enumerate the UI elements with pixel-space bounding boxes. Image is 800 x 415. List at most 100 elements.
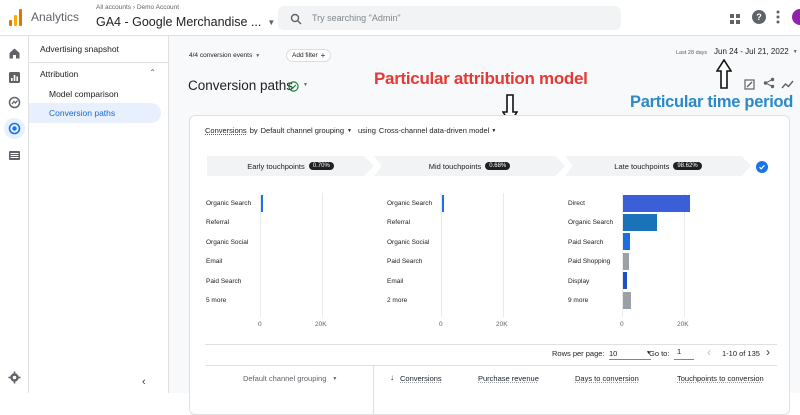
chevron-down-icon: ▼ xyxy=(347,127,352,134)
gridline xyxy=(441,193,442,317)
insights-icon[interactable] xyxy=(781,77,794,89)
bar[interactable] xyxy=(261,194,263,212)
x-tick-label: 0 xyxy=(258,321,262,328)
nav-item-model-comparison[interactable]: Model comparison xyxy=(49,89,118,99)
row-label[interactable]: Email xyxy=(387,278,403,285)
row-label[interactable]: Paid Shopping xyxy=(568,258,610,265)
segment-check-circle-icon[interactable] xyxy=(756,161,768,173)
pagination-range: 1-10 of 135 xyxy=(722,349,760,358)
more-vert-icon[interactable] xyxy=(776,9,780,25)
date-range-picker[interactable]: Jun 24 - Jul 21, 2022 ▼ xyxy=(714,47,798,56)
top-bar: Analytics All accounts › Demo Account GA… xyxy=(0,0,800,36)
row-label[interactable]: Referral xyxy=(387,219,410,226)
main-content: 4/4 conversion events ▼ Add filter + Las… xyxy=(169,36,800,415)
customize-report-icon[interactable] xyxy=(744,77,755,90)
check-circle-icon xyxy=(288,79,299,92)
model-selector-label: Cross-channel data-driven model xyxy=(378,126,490,135)
chevron-down-icon: ▼ xyxy=(792,48,798,55)
page-title: Conversion paths xyxy=(188,78,294,93)
model-selector[interactable]: Cross-channel data-driven model ▼ xyxy=(379,126,496,135)
dimension-column-selector[interactable]: Default channel grouping ▼ xyxy=(243,374,337,383)
help-icon[interactable]: ? xyxy=(752,10,766,24)
search-box[interactable]: Try searching "Admin" xyxy=(278,6,621,30)
next-page-chevron-icon[interactable]: › xyxy=(766,345,770,359)
add-filter-button[interactable]: Add filter + xyxy=(286,49,332,62)
chevron-down-icon: ▼ xyxy=(332,375,338,382)
x-tick-label: 0 xyxy=(620,321,624,328)
dimension-column-label: Default channel grouping xyxy=(243,374,327,383)
home-icon[interactable] xyxy=(7,46,22,61)
collapse-chevron-left-icon[interactable]: ‹ xyxy=(142,376,146,388)
date-range-value: Jun 24 - Jul 21, 2022 xyxy=(714,47,789,56)
nav-item-conversion-paths[interactable]: Conversion paths xyxy=(29,103,161,123)
x-tick-label: 0 xyxy=(439,321,443,328)
add-filter-label: Add filter xyxy=(292,52,318,59)
row-label[interactable]: Organic Search xyxy=(568,219,613,226)
row-label[interactable]: Display xyxy=(568,278,589,285)
col-touchpoints-to-conversion[interactable]: Touchpoints to conversion xyxy=(677,374,764,383)
row-label[interactable]: 5 more xyxy=(206,297,226,304)
bar[interactable] xyxy=(623,213,658,231)
share-icon[interactable] xyxy=(763,76,775,89)
bar[interactable] xyxy=(623,291,632,309)
col-purchase-revenue[interactable]: Purchase revenue xyxy=(478,374,539,383)
explore-icon[interactable] xyxy=(7,95,22,110)
row-label[interactable]: Direct xyxy=(568,200,585,207)
conversion-events-chip[interactable]: 4/4 conversion events ▼ xyxy=(189,49,260,62)
chevron-up-icon: ⌃ xyxy=(149,68,156,77)
row-label[interactable]: 2 more xyxy=(387,297,407,304)
col-conversions[interactable]: Conversions xyxy=(400,374,442,383)
account-breadcrumb[interactable]: All accounts › Demo Account xyxy=(96,4,179,11)
avatar[interactable] xyxy=(792,9,800,25)
table-divider xyxy=(205,344,777,345)
configure-list-icon[interactable] xyxy=(7,148,22,163)
row-label[interactable]: 9 more xyxy=(568,297,588,304)
gridline xyxy=(260,193,261,317)
segment-percent-badge: 98.62% xyxy=(673,162,702,170)
annotation-period: Particular time period xyxy=(630,93,794,111)
row-label[interactable]: Paid Search xyxy=(387,258,422,265)
analytics-logo[interactable] xyxy=(9,9,23,26)
dimension-selector[interactable]: Default channel grouping ▼ xyxy=(261,126,352,135)
goto-page-input[interactable]: 1 xyxy=(674,347,694,360)
property-selector[interactable]: GA4 - Google Merchandise ... ▼ xyxy=(96,14,275,30)
row-label[interactable]: Organic Social xyxy=(387,239,429,246)
gridline xyxy=(322,193,323,317)
left-rail xyxy=(0,36,29,393)
selector-using-text: using xyxy=(357,126,376,135)
x-tick-label: 20K xyxy=(315,321,327,328)
bar[interactable] xyxy=(442,194,444,212)
row-label[interactable]: Organic Social xyxy=(206,239,248,246)
row-label[interactable]: Email xyxy=(206,258,222,265)
reports-icon[interactable] xyxy=(7,70,22,85)
bar[interactable] xyxy=(623,194,690,212)
settings-gear-icon[interactable] xyxy=(7,370,22,385)
row-label[interactable]: Organic Search xyxy=(387,200,432,207)
dimension-selector-label: Default channel grouping xyxy=(260,126,345,135)
table-header-divider xyxy=(205,365,777,366)
row-label[interactable]: Organic Search xyxy=(206,200,251,207)
advertising-icon[interactable] xyxy=(4,118,25,139)
row-label[interactable]: Referral xyxy=(206,219,229,226)
apps-grid-icon[interactable] xyxy=(730,12,741,24)
search-input[interactable]: Try searching "Admin" xyxy=(312,13,401,23)
bar[interactable] xyxy=(623,252,630,270)
nav-item-advertising-snapshot[interactable]: Advertising snapshot xyxy=(40,44,119,54)
goto-label: Go to: xyxy=(649,349,670,358)
title-status-dropdown[interactable]: ▼ xyxy=(288,79,308,92)
bar[interactable] xyxy=(623,233,631,251)
row-label[interactable]: Paid Search xyxy=(206,278,241,285)
row-label[interactable]: Paid Search xyxy=(568,239,603,246)
rows-per-page-select[interactable]: 10 ▼ xyxy=(609,347,651,360)
col-days-to-conversion[interactable]: Days to conversion xyxy=(575,374,639,383)
date-range-caption: Last 28 days xyxy=(676,50,708,56)
prev-page-chevron-icon[interactable]: ‹ xyxy=(707,345,711,359)
bar[interactable] xyxy=(623,272,628,290)
metric-selector[interactable]: Conversions xyxy=(205,126,247,135)
sort-arrow-down-icon[interactable]: ↓ xyxy=(390,373,394,382)
segment-mid-touchpoints[interactable]: Mid touchpoints 0.68% xyxy=(374,156,565,176)
conversion-events-label: 4/4 conversion events xyxy=(189,52,253,59)
segment-early-touchpoints[interactable]: Early touchpoints 0.70% xyxy=(207,156,374,176)
nav-section-attribution[interactable]: Attribution ⌃ xyxy=(29,66,160,81)
segment-late-touchpoints[interactable]: Late touchpoints 98.62% xyxy=(565,156,751,176)
